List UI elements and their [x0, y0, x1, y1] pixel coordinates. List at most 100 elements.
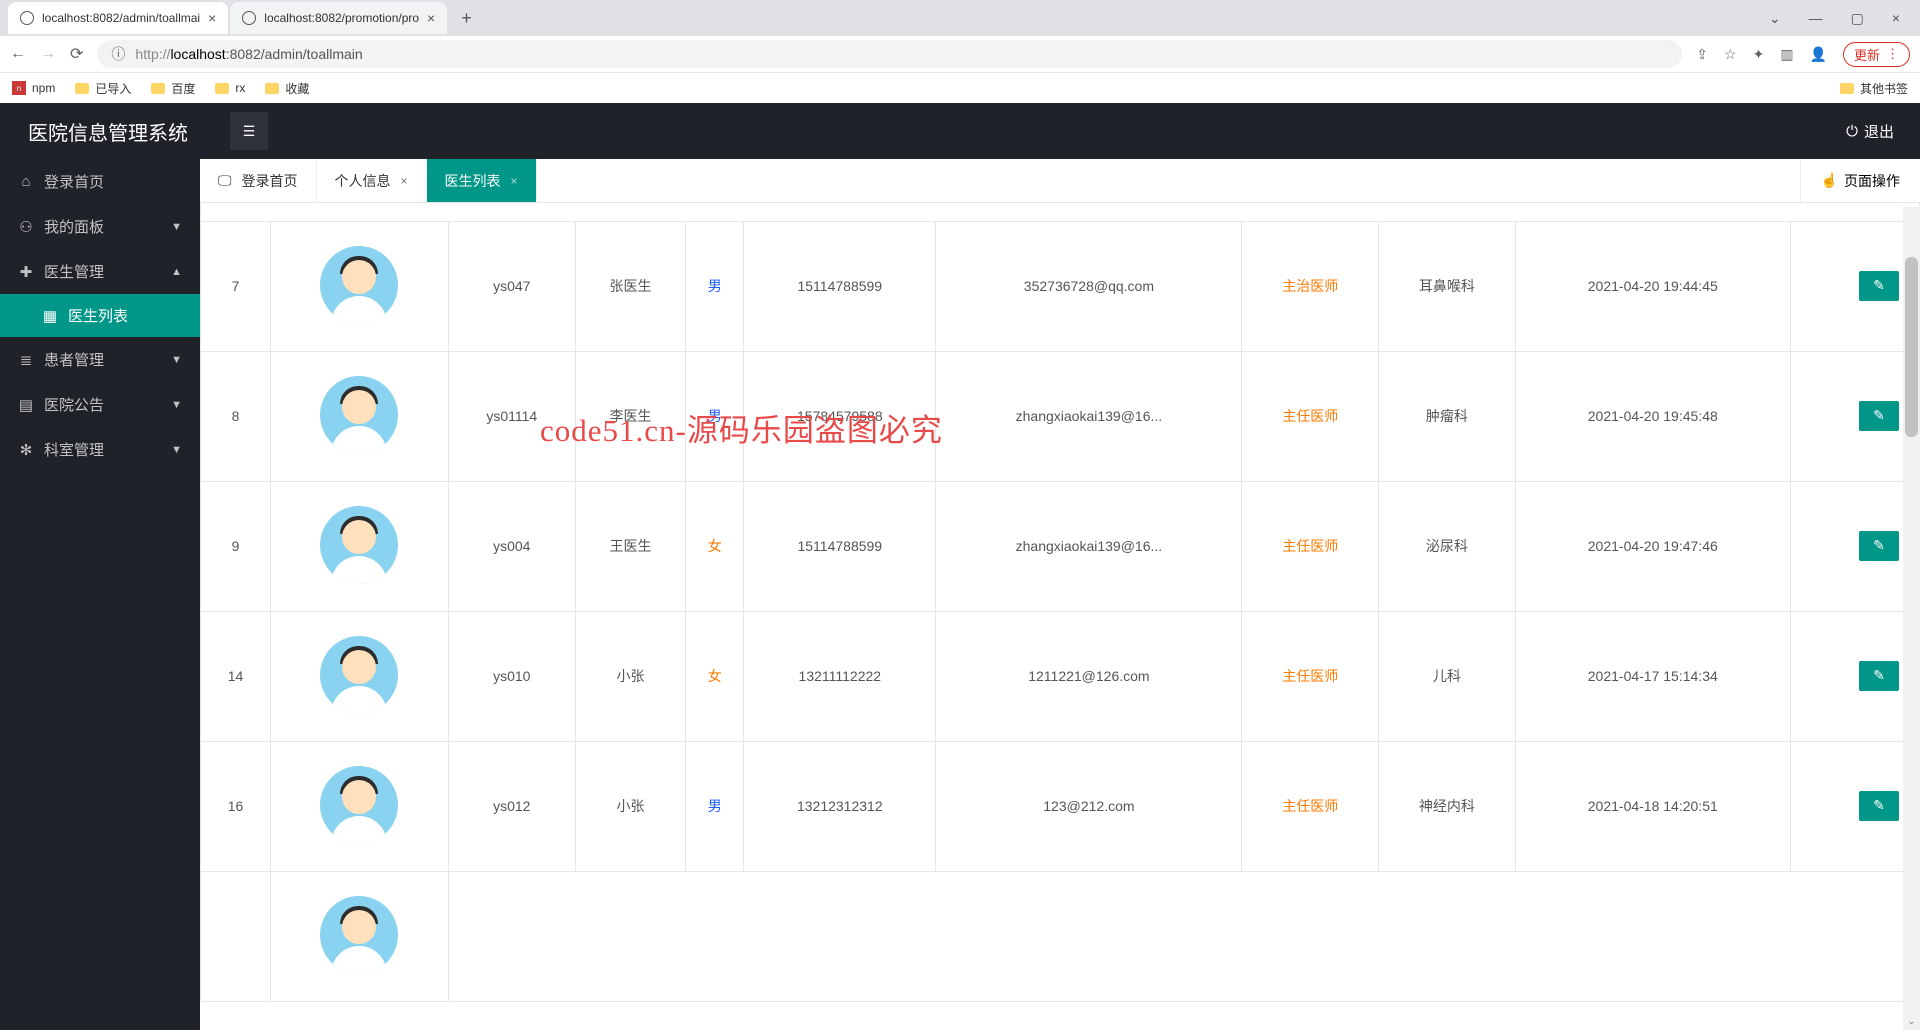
- stack-icon: ≣: [18, 351, 34, 369]
- cell-phone: 15784579588: [744, 351, 936, 481]
- cell-name: 张医生: [575, 221, 685, 351]
- scroll-down-icon[interactable]: ⌄: [1903, 1013, 1920, 1030]
- forward-button[interactable]: →: [40, 45, 56, 63]
- edit-button[interactable]: ✎: [1859, 661, 1899, 691]
- edit-button[interactable]: ✎: [1859, 791, 1899, 821]
- cell-dept: 儿科: [1379, 611, 1516, 741]
- sidebar-item-doctor[interactable]: ✚ 医生管理 ▲: [0, 249, 200, 294]
- cell-username: ys004: [448, 481, 575, 611]
- close-window-icon[interactable]: ×: [1892, 10, 1900, 27]
- notice-icon: ▤: [18, 396, 34, 414]
- edit-button[interactable]: ✎: [1859, 271, 1899, 301]
- table-row: 7ys047张医生男15114788599352736728@qq.com主治医…: [201, 221, 1920, 351]
- sidebar-item-notice[interactable]: ▤ 医院公告 ▼: [0, 382, 200, 427]
- close-icon[interactable]: ×: [401, 174, 408, 188]
- profile-icon[interactable]: 👤: [1810, 46, 1827, 63]
- cell-actions: ✎: [1790, 351, 1919, 481]
- cell-actions: ✎: [1790, 741, 1919, 871]
- bookmark-npm[interactable]: nnpm: [12, 81, 55, 95]
- edit-button[interactable]: ✎: [1859, 531, 1899, 561]
- site-info-icon[interactable]: ⓘ: [111, 44, 125, 64]
- bookmark-star-icon[interactable]: ☆: [1724, 46, 1737, 63]
- chevron-up-icon: ▲: [171, 266, 182, 278]
- page-actions-button[interactable]: ☝ 页面操作: [1800, 159, 1920, 202]
- sidepanel-icon[interactable]: ▥: [1780, 46, 1793, 63]
- cell-time: 2021-04-18 14:20:51: [1515, 741, 1790, 871]
- bookmark-imported[interactable]: 已导入: [75, 80, 131, 97]
- avatar: [320, 766, 398, 844]
- scrollbar-thumb[interactable]: [1905, 257, 1918, 437]
- chevron-down-icon: ▼: [171, 444, 182, 456]
- chevron-down-icon[interactable]: ⌄: [1769, 10, 1781, 27]
- globe-icon: [20, 11, 34, 25]
- main-area: 🖵 登录首页 个人信息 × 医生列表 × ☝ 页面操作 7ys047张医生男15…: [200, 103, 1920, 1030]
- tab-label: 医生列表: [445, 171, 501, 191]
- sidebar-sub-doctor-list[interactable]: ▦ 医生列表: [0, 294, 200, 337]
- avatar: [320, 896, 398, 974]
- cell-email: 123@212.com: [936, 741, 1242, 871]
- avatar: [320, 376, 398, 454]
- cell-username: ys012: [448, 741, 575, 871]
- cell-time: 2021-04-20 19:44:45: [1515, 221, 1790, 351]
- other-bookmarks[interactable]: 其他书签: [1840, 80, 1908, 97]
- cell-username: ys010: [448, 611, 575, 741]
- menu-toggle-button[interactable]: ☰: [230, 112, 268, 150]
- tab-title: localhost:8082/promotion/pro: [264, 11, 419, 25]
- sidebar-item-patient[interactable]: ≣ 患者管理 ▼: [0, 337, 200, 382]
- tab-doctor-list[interactable]: 医生列表 ×: [427, 159, 537, 202]
- bookmark-baidu[interactable]: 百度: [151, 80, 195, 97]
- logout-button[interactable]: ⏻ 退出: [1820, 121, 1920, 142]
- sidebar-label: 我的面板: [44, 216, 104, 237]
- avatar: [320, 246, 398, 324]
- tab-profile[interactable]: 个人信息 ×: [317, 159, 427, 202]
- cell-title: 主任医师: [1242, 741, 1379, 871]
- chevron-down-icon: ▼: [171, 399, 182, 411]
- cell-email: zhangxiaokai139@16...: [936, 351, 1242, 481]
- browser-chrome: localhost:8082/admin/toallmai × localhos…: [0, 0, 1920, 103]
- globe-icon: [242, 11, 256, 25]
- bookmark-fav[interactable]: 收藏: [265, 80, 309, 97]
- cell-phone: 13212312312: [744, 741, 936, 871]
- sidebar-item-department[interactable]: ✻ 科室管理 ▼: [0, 427, 200, 472]
- sidebar-label: 医生管理: [44, 261, 104, 282]
- maximize-icon[interactable]: ▢: [1851, 10, 1864, 27]
- sidebar-label: 患者管理: [44, 349, 104, 370]
- tab-title: localhost:8082/admin/toallmai: [42, 11, 200, 25]
- app-title: 医院信息管理系统: [0, 117, 230, 146]
- address-bar[interactable]: ⓘ http://localhost:8082/admin/toallmain: [97, 40, 1682, 68]
- browser-tab-2[interactable]: localhost:8082/promotion/pro ×: [230, 2, 447, 34]
- new-tab-button[interactable]: +: [449, 8, 484, 29]
- close-icon[interactable]: ×: [427, 10, 435, 26]
- reload-button[interactable]: ⟳: [70, 44, 83, 64]
- share-icon[interactable]: ⇪: [1696, 46, 1708, 63]
- tab-home[interactable]: 🖵 登录首页: [200, 159, 317, 202]
- table-content: 7ys047张医生男15114788599352736728@qq.com主治医…: [200, 203, 1920, 1030]
- cell-time: 2021-04-20 19:47:46: [1515, 481, 1790, 611]
- cell-dept: 神经内科: [1379, 741, 1516, 871]
- table-row: [201, 871, 1920, 1001]
- vertical-scrollbar[interactable]: ⌄: [1903, 207, 1920, 1030]
- close-icon[interactable]: ×: [208, 10, 216, 26]
- url-text: http://localhost:8082/admin/toallmain: [135, 46, 362, 62]
- cell-dept: 耳鼻喉科: [1379, 221, 1516, 351]
- bookmark-rx[interactable]: rx: [215, 81, 245, 95]
- close-icon[interactable]: ×: [511, 174, 518, 188]
- sidebar-label: 医生列表: [68, 305, 128, 326]
- window-controls: ⌄ — ▢ ×: [1769, 10, 1920, 27]
- minimize-icon[interactable]: —: [1809, 10, 1823, 27]
- table-row: 16ys012小张男13212312312123@212.com主任医师神经内科…: [201, 741, 1920, 871]
- update-button[interactable]: 更新⋮: [1843, 42, 1910, 67]
- cell-actions: ✎: [1790, 611, 1919, 741]
- power-icon: ⏻: [1846, 123, 1858, 140]
- tab-label: 个人信息: [335, 171, 391, 191]
- cell-gender: 男: [686, 221, 744, 351]
- table-row: 8ys01114李医生男15784579588zhangxiaokai139@1…: [201, 351, 1920, 481]
- browser-tab-1[interactable]: localhost:8082/admin/toallmai ×: [8, 2, 228, 34]
- extensions-icon[interactable]: ✦: [1753, 46, 1765, 63]
- edit-button[interactable]: ✎: [1859, 401, 1899, 431]
- sidebar-item-dashboard[interactable]: ⚇ 我的面板 ▼: [0, 204, 200, 249]
- back-button[interactable]: ←: [10, 45, 26, 63]
- cell-avatar: [271, 481, 449, 611]
- cell-name: 李医生: [575, 351, 685, 481]
- sidebar-item-home[interactable]: ⌂ 登录首页: [0, 159, 200, 204]
